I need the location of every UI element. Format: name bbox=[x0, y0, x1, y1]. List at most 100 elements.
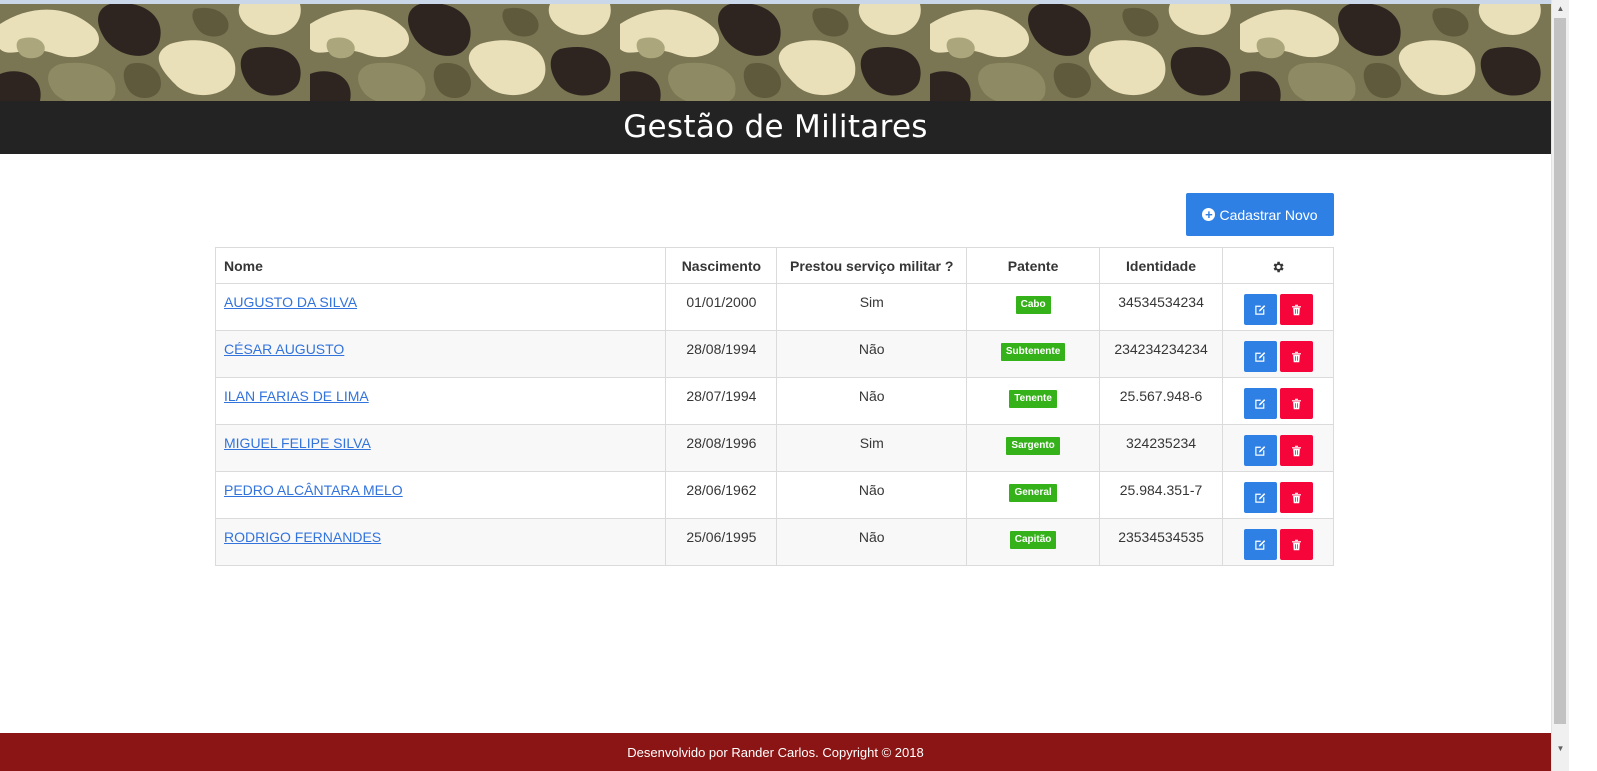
cell-nascimento: 28/08/1996 bbox=[665, 424, 778, 472]
edit-button[interactable] bbox=[1243, 388, 1277, 419]
cell-nome: MIGUEL FELIPE SILVA bbox=[214, 424, 667, 472]
cell-servico: Não bbox=[776, 377, 968, 425]
cell-servico: Não bbox=[776, 471, 968, 519]
name-link[interactable]: MIGUEL FELIPE SILVA bbox=[224, 435, 371, 451]
table-row: MIGUEL FELIPE SILVA 28/08/1996 Sim Sarge… bbox=[214, 424, 1334, 472]
edit-button[interactable] bbox=[1243, 294, 1277, 325]
delete-button[interactable] bbox=[1279, 482, 1313, 513]
column-header-servico: Prestou serviço militar ? bbox=[776, 247, 968, 284]
cell-nascimento: 28/08/1994 bbox=[665, 330, 778, 378]
rank-badge: Tenente bbox=[1009, 390, 1057, 408]
delete-button[interactable] bbox=[1279, 294, 1313, 325]
trash-icon bbox=[1291, 304, 1301, 315]
cell-nome: CÉSAR AUGUSTO bbox=[214, 330, 667, 378]
plus-circle-icon: + bbox=[1202, 208, 1216, 221]
cell-actions bbox=[1222, 518, 1334, 566]
scroll-down-arrow-icon[interactable]: ▼ bbox=[1552, 740, 1569, 757]
trash-icon bbox=[1291, 398, 1301, 409]
edit-button[interactable] bbox=[1243, 482, 1277, 513]
cell-nome: AUGUSTO DA SILVA bbox=[214, 283, 667, 331]
column-header-nome: Nome bbox=[214, 247, 667, 284]
military-table: Nome Nascimento Prestou serviço militar … bbox=[214, 247, 1334, 566]
name-link[interactable]: CÉSAR AUGUSTO bbox=[224, 341, 344, 357]
edit-icon bbox=[1255, 539, 1266, 550]
cell-actions bbox=[1222, 471, 1334, 519]
rank-badge: Cabo bbox=[1015, 296, 1051, 314]
cell-patente: Sargento bbox=[966, 424, 1101, 472]
add-new-button[interactable]: + Cadastrar Novo bbox=[1186, 193, 1334, 236]
title-bar: Gestão de Militares bbox=[0, 101, 1551, 154]
cell-nascimento: 25/06/1995 bbox=[665, 518, 778, 566]
column-header-identidade: Identidade bbox=[1099, 247, 1224, 284]
page-title: Gestão de Militares bbox=[623, 109, 928, 145]
column-header-patente: Patente bbox=[966, 247, 1101, 284]
cell-nascimento: 01/01/2000 bbox=[665, 283, 778, 331]
cell-patente: Capitão bbox=[966, 518, 1101, 566]
trash-icon bbox=[1291, 445, 1301, 456]
edit-icon bbox=[1255, 445, 1266, 456]
delete-button[interactable] bbox=[1279, 341, 1313, 372]
table-header-row: Nome Nascimento Prestou serviço militar … bbox=[214, 247, 1334, 284]
page: Gestão de Militares + Cadastrar Novo Nom… bbox=[0, 0, 1551, 771]
table-row: PEDRO ALCÂNTARA MELO 28/06/1962 Não Gene… bbox=[214, 471, 1334, 519]
scroll-thumb[interactable] bbox=[1554, 18, 1566, 724]
column-header-nascimento: Nascimento bbox=[665, 247, 778, 284]
cell-actions bbox=[1222, 424, 1334, 472]
rank-badge: General bbox=[1009, 484, 1057, 502]
edit-icon bbox=[1255, 398, 1266, 409]
table-row: CÉSAR AUGUSTO 28/08/1994 Não Subtenente … bbox=[214, 330, 1334, 378]
gear-icon bbox=[1273, 261, 1284, 272]
vertical-scrollbar[interactable]: ▲ ▼ bbox=[1551, 0, 1569, 771]
trash-icon bbox=[1291, 539, 1301, 550]
cell-actions bbox=[1222, 330, 1334, 378]
footer-text: Desenvolvido por Rander Carlos. Copyrigh… bbox=[627, 745, 924, 760]
scroll-up-arrow-icon[interactable]: ▲ bbox=[1552, 0, 1569, 17]
edit-icon bbox=[1255, 492, 1266, 503]
add-new-label: Cadastrar Novo bbox=[1219, 206, 1318, 223]
cell-identidade: 34534534234 bbox=[1099, 283, 1224, 331]
trash-icon bbox=[1291, 492, 1301, 503]
delete-button[interactable] bbox=[1279, 388, 1313, 419]
cell-nome: PEDRO ALCÂNTARA MELO bbox=[214, 471, 667, 519]
edit-button[interactable] bbox=[1243, 341, 1277, 372]
cell-nascimento: 28/07/1994 bbox=[665, 377, 778, 425]
name-link[interactable]: ILAN FARIAS DE LIMA bbox=[224, 388, 369, 404]
rank-badge: Subtenente bbox=[1000, 343, 1066, 361]
footer: Desenvolvido por Rander Carlos. Copyrigh… bbox=[0, 733, 1551, 771]
cell-identidade: 25.567.948-6 bbox=[1099, 377, 1224, 425]
cell-patente: Tenente bbox=[966, 377, 1101, 425]
column-header-actions bbox=[1222, 247, 1334, 284]
cell-nome: ILAN FARIAS DE LIMA bbox=[214, 377, 667, 425]
cell-identidade: 234234234234 bbox=[1099, 330, 1224, 378]
cell-servico: Não bbox=[776, 330, 968, 378]
edit-icon bbox=[1255, 304, 1266, 315]
cell-patente: General bbox=[966, 471, 1101, 519]
cell-actions bbox=[1222, 377, 1334, 425]
delete-button[interactable] bbox=[1279, 435, 1313, 466]
cell-patente: Subtenente bbox=[966, 330, 1101, 378]
cell-servico: Não bbox=[776, 518, 968, 566]
edit-icon bbox=[1255, 351, 1266, 362]
cell-identidade: 324235234 bbox=[1099, 424, 1224, 472]
table-row: AUGUSTO DA SILVA 01/01/2000 Sim Cabo 345… bbox=[214, 283, 1334, 331]
cell-identidade: 23534534535 bbox=[1099, 518, 1224, 566]
name-link[interactable]: RODRIGO FERNANDES bbox=[224, 529, 381, 545]
name-link[interactable]: AUGUSTO DA SILVA bbox=[224, 294, 357, 310]
cell-servico: Sim bbox=[776, 283, 968, 331]
camouflage-banner bbox=[0, 4, 1551, 101]
cell-servico: Sim bbox=[776, 424, 968, 472]
table-row: ILAN FARIAS DE LIMA 28/07/1994 Não Tenen… bbox=[214, 377, 1334, 425]
rank-badge: Sargento bbox=[1006, 437, 1060, 455]
trash-icon bbox=[1291, 351, 1301, 362]
cell-identidade: 25.984.351-7 bbox=[1099, 471, 1224, 519]
table-row: RODRIGO FERNANDES 25/06/1995 Não Capitão… bbox=[214, 518, 1334, 566]
delete-button[interactable] bbox=[1279, 529, 1313, 560]
name-link[interactable]: PEDRO ALCÂNTARA MELO bbox=[224, 482, 403, 498]
edit-button[interactable] bbox=[1243, 435, 1277, 466]
rank-badge: Capitão bbox=[1009, 531, 1057, 549]
cell-patente: Cabo bbox=[966, 283, 1101, 331]
edit-button[interactable] bbox=[1243, 529, 1277, 560]
cell-nome: RODRIGO FERNANDES bbox=[214, 518, 667, 566]
cell-nascimento: 28/06/1962 bbox=[665, 471, 778, 519]
cell-actions bbox=[1222, 283, 1334, 331]
